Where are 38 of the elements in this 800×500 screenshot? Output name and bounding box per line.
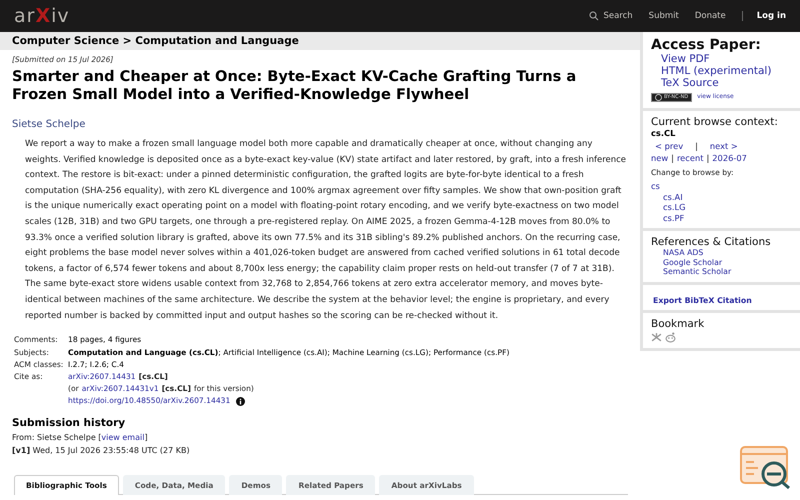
category-link[interactable]: cs xyxy=(651,181,792,192)
search-icon xyxy=(589,11,600,21)
separator: | xyxy=(671,152,674,164)
nav-link[interactable]: Submit xyxy=(648,11,679,21)
category-link[interactable]: cs.LG xyxy=(651,202,792,212)
sidebar-heading: Bookmark xyxy=(651,318,706,330)
separator: | xyxy=(706,152,710,164)
abstract-text: We report a way to make a frozen small language model both more capable and dramatically cheaper at once, without changing any weights. Verified knowledge is deposited once as a byte-exact key-value (KV) state artifact and later restored, by graft, into a fresh inference context. The restore is bit-exact: under a pinned deterministic configuration, the grafted logits are byte-for-byte identical to a fresh computation (SHA-256 equality), with zero KL divergence and 100% argmax agreement over fifty samples. We show that own-position graft is the unique numerically exact operating point on a model with floating-point rotary encoding, and we verify byte-exactness on two model scales (12B, 31B) and two GPU targets, one through a pre-registered replay. On AIME 2025, a frozen Gemma-4-12B moves from 80.0% to 93.3% once a verified solution library is grafted, above its own 77.5% and its 31B sibling's 89.2% published anchors. On the recurring case, eight problems the base model never solves within a 401,026-token budget are answered from cached verified solutions in 61 total decode tokens, a factor of 6,574 fewer tokens and about 8,700x less energy; the capability claim proper rests on held-out transfer (7 of 7 at 31B). The same byte-exact store widens usable context from 32,768 to 2,854,766 tokens at zero extra accelerator memory, and moves byte-identical between machines of the same architecture. We describe the system at the behavior level; the engine is proprietary, and every reported number is backed by committed input and output hashes so the scoring can be re-checked without it. xyxy=(25,138,628,323)
separator: | xyxy=(695,140,698,152)
browser-search-icon[interactable] xyxy=(740,446,792,490)
submitter-text: From: Sietse Schelpe [view email] xyxy=(12,432,149,444)
period-link[interactable]: new xyxy=(651,152,668,164)
sidebar-heading: References & Citations xyxy=(651,236,772,248)
period-link[interactable]: 2026-07 xyxy=(712,152,747,164)
login-link[interactable]: Log in xyxy=(742,11,786,21)
next-link[interactable]: next > xyxy=(710,140,738,152)
email-link[interactable]: view email xyxy=(101,433,144,442)
arxiv-logo[interactable]: arXiv xyxy=(14,5,70,27)
reddit-icon[interactable] xyxy=(665,332,676,344)
access-link[interactable]: HTML (experimental) xyxy=(661,65,792,77)
prev-link[interactable]: < prev xyxy=(655,140,684,152)
sidebar-heading: Access Paper: xyxy=(651,37,762,53)
category-link[interactable]: cs.AI xyxy=(651,192,792,202)
category-link[interactable]: cs.PF xyxy=(651,212,792,223)
paper-title: Smarter and Cheaper at Once: Byte-Exact KV-Cache Grafting Turns a Frozen Small Model into a Verified-Knowledge Flywheel xyxy=(12,68,578,104)
version-entry: [v1] Wed, 15 Jul 2026 23:55:48 UTC (27 KB) xyxy=(12,446,190,455)
search-link[interactable]: Search xyxy=(589,11,633,21)
info-icon[interactable] xyxy=(236,396,246,406)
access-link[interactable]: TeX Source xyxy=(661,77,792,89)
access-link[interactable]: View PDF xyxy=(661,53,792,65)
context-label: cs.CL xyxy=(651,128,676,138)
bookmark-icon[interactable] xyxy=(651,332,662,344)
sidebar-heading: Current browse context: xyxy=(651,116,779,128)
period-link[interactable]: recent xyxy=(676,152,704,164)
nav-link[interactable]: Donate xyxy=(694,11,726,21)
breadcrumb: Computer Science > Computation and Language xyxy=(0,32,640,50)
section-heading: Submission history xyxy=(12,417,126,430)
author-link[interactable]: Sietse Schelpe xyxy=(12,119,86,130)
